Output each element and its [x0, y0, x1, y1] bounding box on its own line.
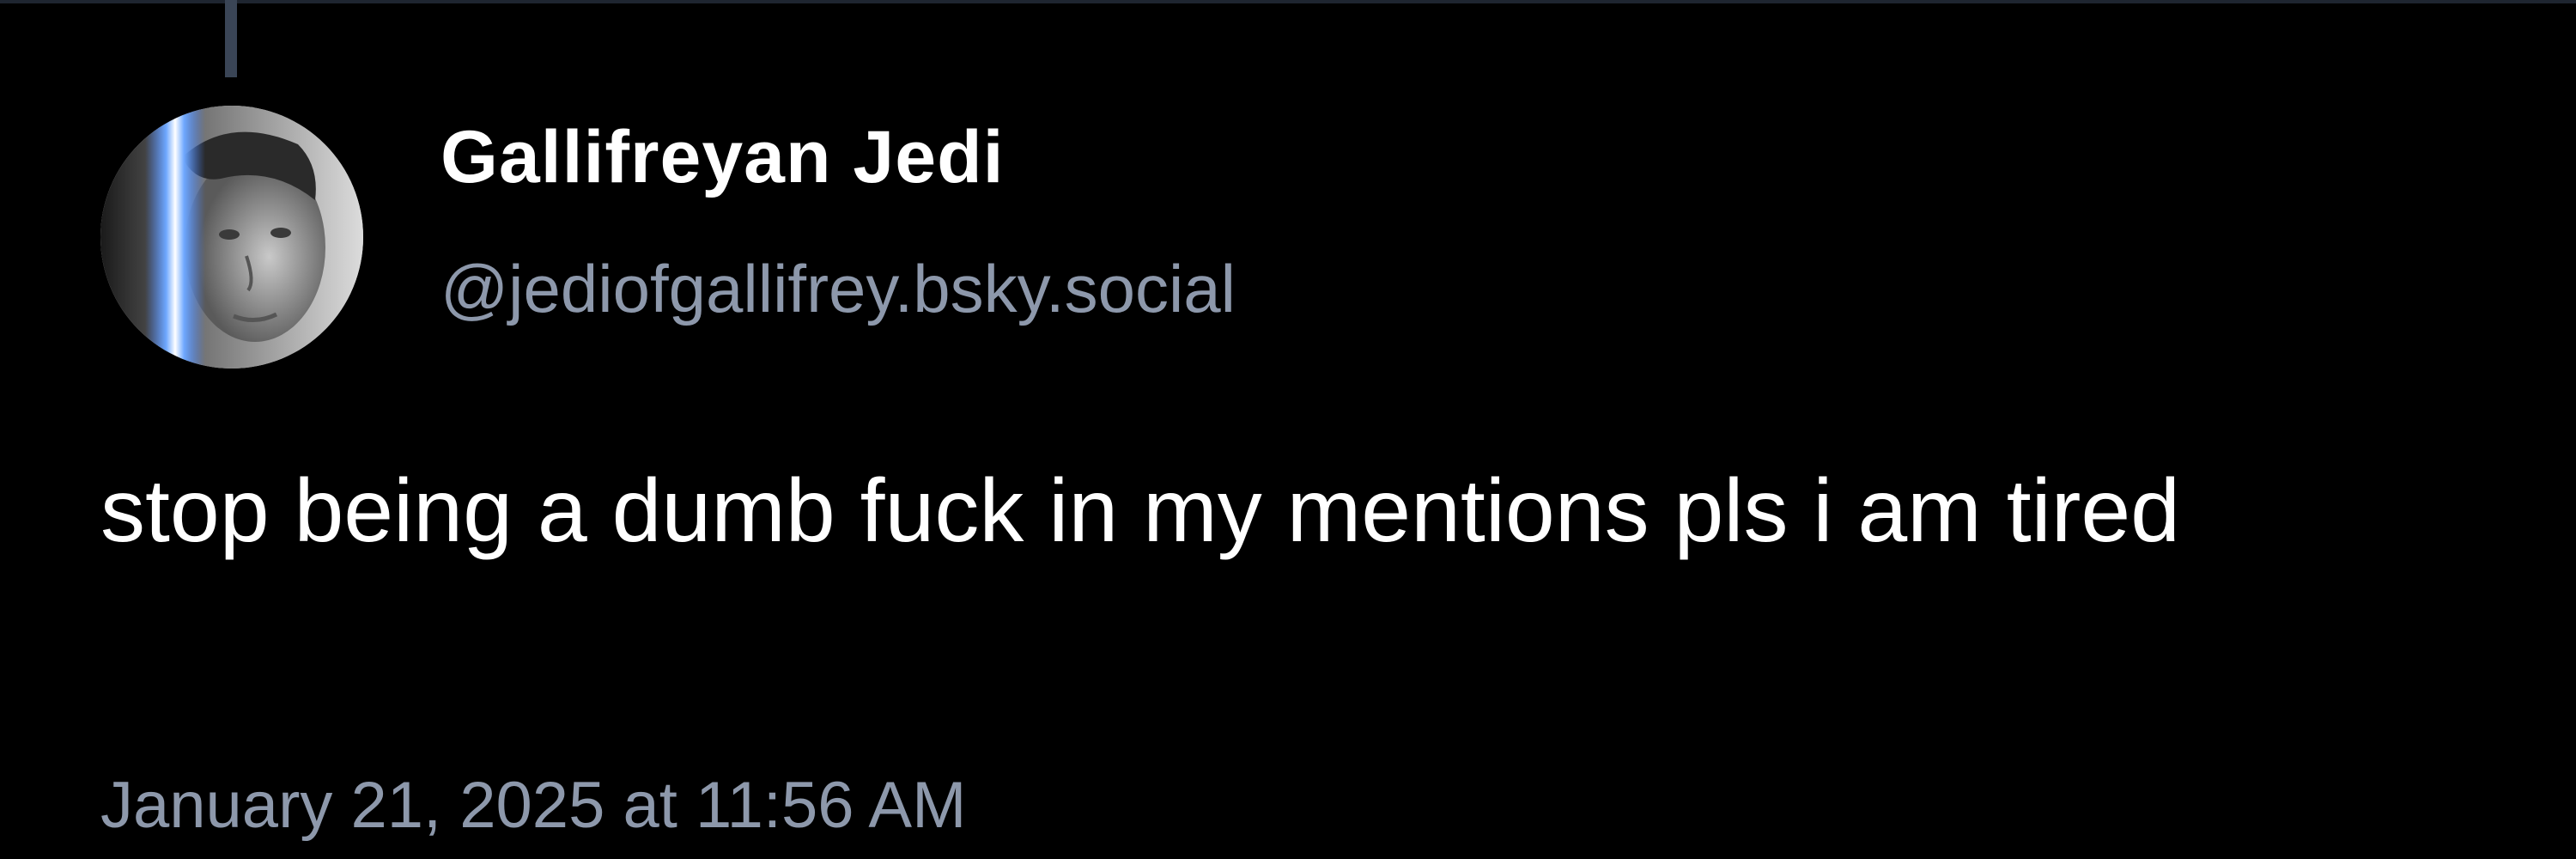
author-handle[interactable]: @jediofgallifrey.bsky.social — [440, 246, 1236, 332]
author-avatar[interactable] — [100, 106, 363, 369]
thread-connector-line — [225, 0, 237, 77]
author-display-name[interactable]: Gallifreyan Jedi — [440, 110, 1005, 204]
post-timestamp[interactable]: January 21, 2025 at 11:56 AM — [100, 763, 966, 849]
top-divider — [0, 0, 2576, 3]
avatar-image — [100, 106, 363, 369]
post-text: stop being a dumb fuck in my mentions pl… — [100, 461, 2181, 561]
